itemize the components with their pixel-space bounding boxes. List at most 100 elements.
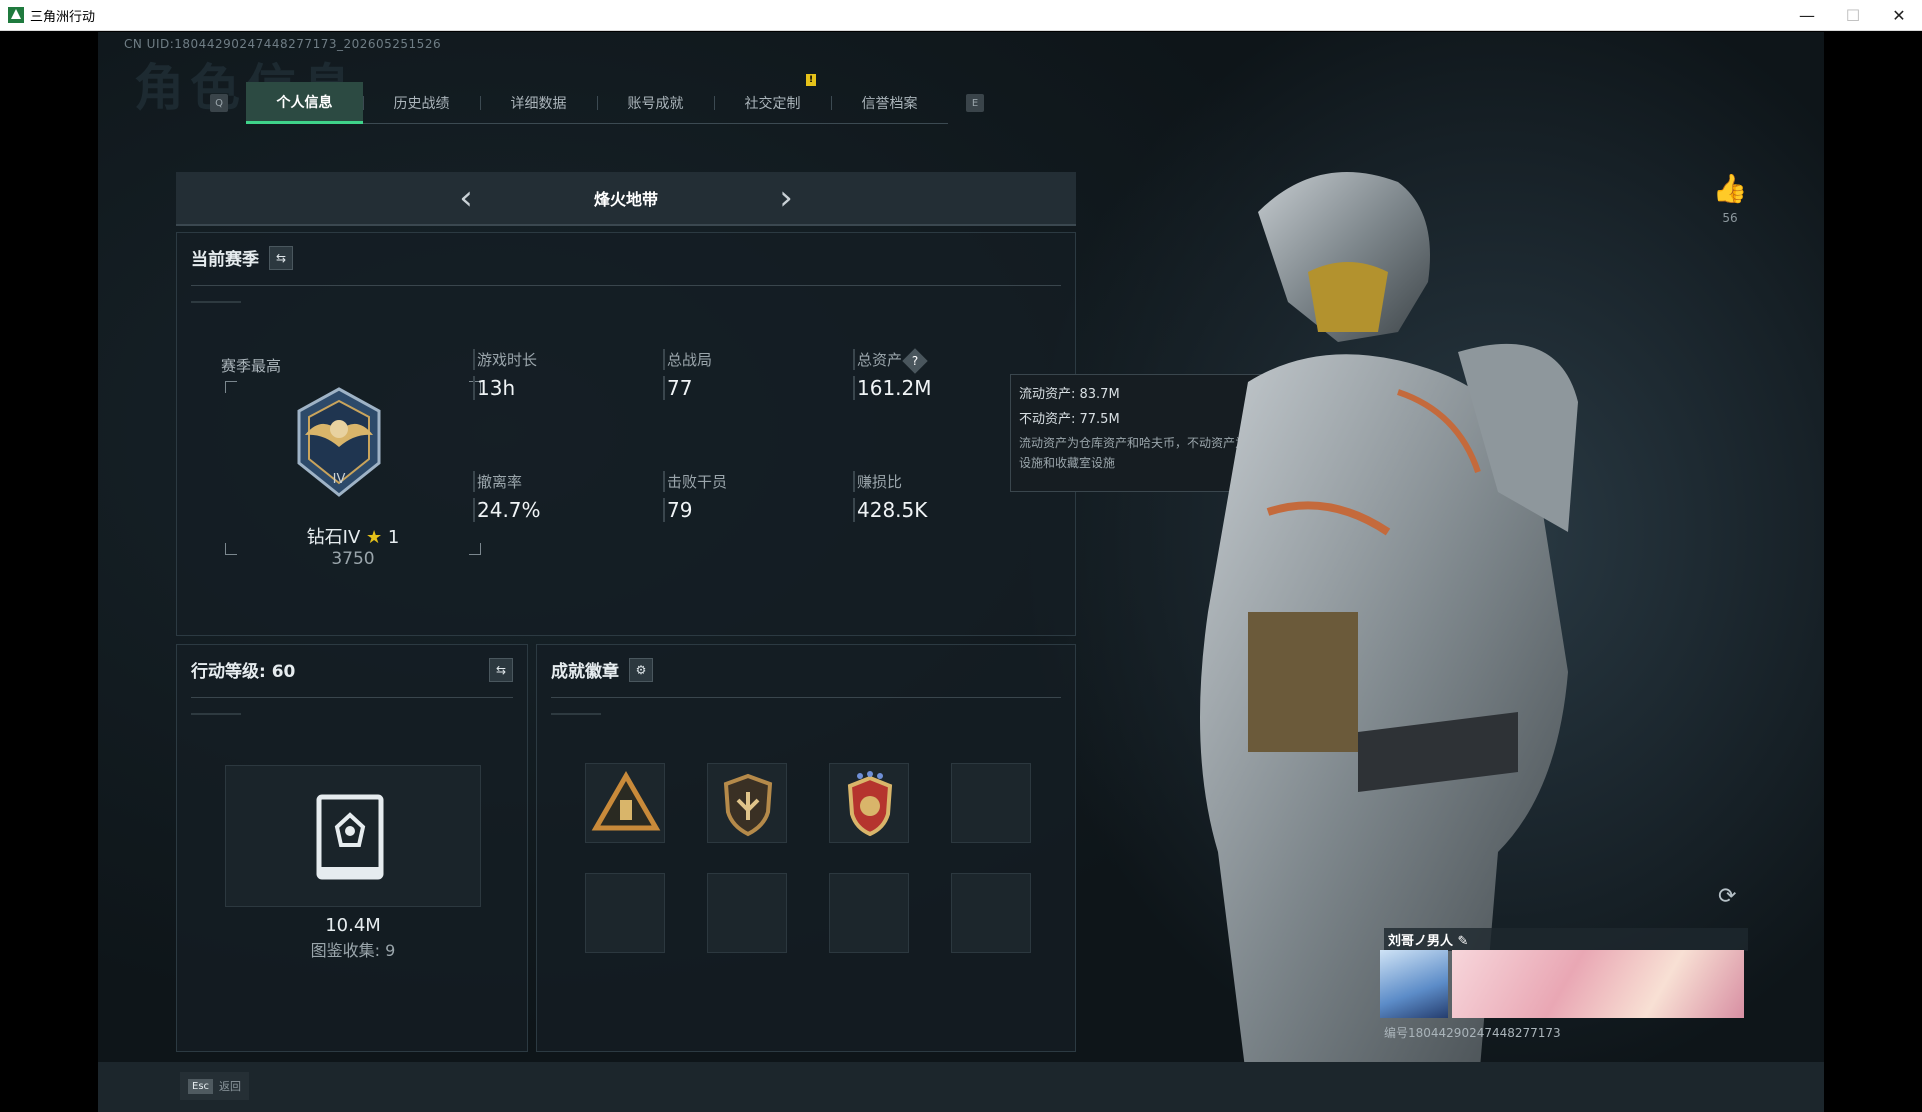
like-count: 56 <box>1722 211 1738 225</box>
stat-label: 总资产? <box>853 347 1013 374</box>
frame-corner <box>225 381 237 393</box>
divider <box>191 301 241 303</box>
profile-banner <box>1452 950 1744 1018</box>
svg-text:IV: IV <box>333 472 346 487</box>
stat-label: 撤离率 <box>473 471 633 492</box>
season-header: 当前赛季 ⇆ <box>191 245 293 270</box>
swap-icon[interactable]: ⇆ <box>269 245 293 270</box>
stat-value: 161.2M <box>853 376 1013 400</box>
avatar[interactable] <box>1380 950 1448 1018</box>
swap-icon[interactable]: ⇆ <box>489 657 513 682</box>
close-button[interactable]: ✕ <box>1876 0 1922 30</box>
badge-slot[interactable] <box>829 763 909 843</box>
stat-playtime: 游戏时长 13h <box>473 349 633 400</box>
stat-extract-rate: 撤离率 24.7% <box>473 471 633 522</box>
tab-credit[interactable]: 信誉档案 <box>831 82 948 124</box>
mode-name: 烽火地带 <box>593 190 658 209</box>
rank-stars: 1 <box>387 527 400 548</box>
maximize-button[interactable]: ☐ <box>1830 0 1876 30</box>
season-panel: 当前赛季 ⇆ 赛季最高 IV 钻石IV ★ 1 3750 游戏时长 13h 总战… <box>176 232 1076 636</box>
esc-key: Esc <box>188 1078 214 1094</box>
gear-icon[interactable]: ⚙ <box>629 657 653 682</box>
bottom-bar <box>98 1062 1824 1112</box>
codex-value: 10.4M <box>325 915 381 936</box>
help-icon-glyph: ? <box>911 353 919 368</box>
tab-detailed-data[interactable]: 详细数据 <box>480 82 597 124</box>
tab-achievements[interactable]: 账号成就 <box>597 82 714 124</box>
codex-count: 图鉴收集: 9 <box>310 941 396 960</box>
stat-label: 赚损比 <box>853 471 1013 492</box>
player-id: 编号18044290247448277173 <box>1384 1026 1561 1040</box>
tab-history[interactable]: 历史战绩 <box>363 82 480 124</box>
badges-title: 成就徽章 <box>551 662 619 682</box>
warning-badge-icon <box>591 770 661 831</box>
badges-header: 成就徽章 ⚙ <box>551 657 653 682</box>
app-logo-icon <box>8 7 24 23</box>
rank-name: 钻石IV ★ 1 <box>225 523 481 549</box>
edit-icon[interactable]: ✎ <box>1458 934 1469 949</box>
stat-kills: 击败干员 79 <box>663 471 823 522</box>
notify-badge: ! <box>806 74 816 86</box>
like-widget[interactable]: 👍 56 <box>1710 172 1750 225</box>
badges-panel: 成就徽章 ⚙ <box>536 644 1076 1052</box>
tab-bar: 个人信息 历史战绩 详细数据 账号成就 社交定制 信誉档案 ! <box>246 74 948 124</box>
window-title: 三角洲行动 <box>30 9 96 25</box>
season-title: 当前赛季 <box>191 250 259 270</box>
level-panel: 行动等级: 60 ⇆ 10.4M 图鉴收集: 9 <box>176 644 528 1052</box>
player-card[interactable]: 刘哥ノ男人 ✎ 编号18044290247448277173 <box>1380 928 1748 1048</box>
stat-label: 击败干员 <box>663 471 823 492</box>
tab-prev-key[interactable]: Q <box>210 94 228 112</box>
season-best-label: 赛季最高 <box>221 357 282 375</box>
tab-next-key[interactable]: E <box>966 94 984 112</box>
uid-text: CN UID:18044290247448277173_202605251526 <box>124 37 442 51</box>
badge-slot-empty[interactable] <box>829 873 909 953</box>
stat-matches: 总战局 77 <box>663 349 823 400</box>
diamond-rank-emblem-icon: IV <box>297 387 381 497</box>
badge-slot[interactable] <box>707 763 787 843</box>
badge-slot-empty[interactable] <box>951 763 1031 843</box>
back-button[interactable]: Esc 返回 <box>180 1072 250 1100</box>
prev-mode-button[interactable]: ‹ <box>446 171 486 225</box>
minimize-button[interactable]: — <box>1784 0 1830 30</box>
stat-value: 13h <box>473 376 633 400</box>
player-name-row: 刘哥ノ男人 ✎ <box>1384 928 1748 951</box>
mode-selector: ‹ 烽火地带 › <box>176 172 1076 226</box>
stat-value: 79 <box>663 498 823 522</box>
next-mode-button[interactable]: › <box>766 171 806 225</box>
stat-value: 428.5K <box>853 498 1013 522</box>
badge-slot-empty[interactable] <box>707 873 787 953</box>
level-title: 行动等级: 60 <box>191 662 296 682</box>
back-label: 返回 <box>219 1080 242 1093</box>
star-icon: ★ <box>366 527 383 548</box>
badge-slot-empty[interactable] <box>585 873 665 953</box>
shield-badge-icon <box>723 773 773 837</box>
window-titlebar: 三角洲行动 — ☐ ✕ <box>0 0 1922 31</box>
tab-personal-info[interactable]: 个人信息 <box>246 82 363 124</box>
divider <box>191 713 241 715</box>
badge-slot[interactable] <box>585 763 665 843</box>
tab-social[interactable]: 社交定制 <box>714 82 831 124</box>
tab-navigation: Q 个人信息 历史战绩 详细数据 账号成就 社交定制 信誉档案 ! E <box>210 74 984 126</box>
game-viewport: 角色信息 CN UID:18044290247448277173_2026052… <box>98 32 1824 1112</box>
thumbs-up-icon[interactable]: 👍 <box>1710 172 1750 205</box>
divider <box>191 697 513 698</box>
player-name: 刘哥ノ男人 <box>1388 934 1454 949</box>
stat-total-assets: 总资产? 161.2M <box>853 347 1013 400</box>
help-icon[interactable]: ? <box>902 347 928 374</box>
window-controls: — ☐ ✕ <box>1784 0 1922 30</box>
stat-label: 游戏时长 <box>473 349 633 370</box>
stat-value: 77 <box>663 376 823 400</box>
rank-score: 3750 <box>331 549 375 569</box>
medal-badge-icon <box>847 771 893 837</box>
refresh-icon[interactable]: ⟳ <box>1718 884 1736 909</box>
divider <box>191 285 1061 286</box>
level-header: 行动等级: 60 ⇆ <box>191 657 513 682</box>
stat-label-text: 总资产 <box>857 351 903 369</box>
badge-slot-empty[interactable] <box>951 873 1031 953</box>
divider <box>551 713 601 715</box>
rank-name-text: 钻石IV <box>306 527 361 548</box>
stat-profit-ratio: 赚损比 428.5K <box>853 471 1013 522</box>
stat-label: 总战局 <box>663 349 823 370</box>
letterbox-left <box>0 32 98 1112</box>
divider <box>551 697 1061 698</box>
